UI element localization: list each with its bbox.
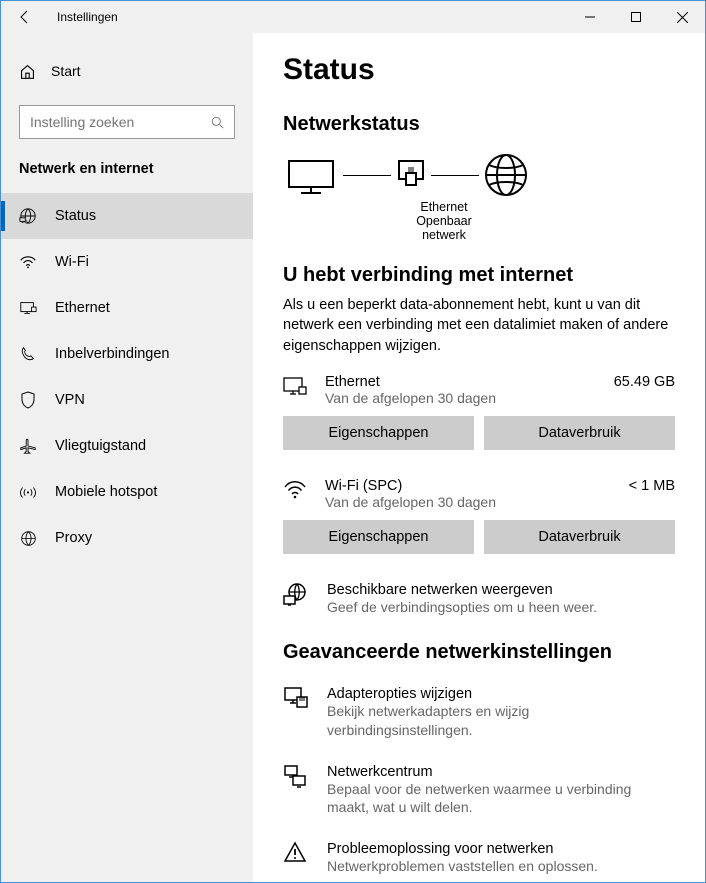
show-networks-label: Beschikbare netwerken weergeven [327, 582, 597, 598]
network-diagram [283, 152, 675, 198]
wifi-icon [19, 254, 37, 270]
ethernet-properties-button[interactable]: Eigenschappen [283, 416, 474, 450]
nav-label: VPN [55, 392, 85, 408]
sidebar-section-title: Netwerk en internet [1, 139, 253, 185]
advanced-heading: Geavanceerde netwerkinstellingen [283, 641, 675, 664]
network-center[interactable]: Netwerkcentrum Bepaal voor de netwerken … [283, 764, 675, 818]
window-title: Instellingen [57, 10, 567, 24]
wifi-datausage-button[interactable]: Dataverbruik [484, 520, 675, 554]
main-content: Status Netwerkstatus Etherne [253, 33, 705, 882]
nav-hotspot[interactable]: Mobiele hotspot [1, 469, 253, 515]
nav-label: Proxy [55, 530, 92, 546]
nav-label: Inbelverbindingen [55, 346, 169, 362]
nav-label: Wi-Fi [55, 254, 89, 270]
ethernet-datausage-button[interactable]: Dataverbruik [484, 416, 675, 450]
network-status-heading: Netwerkstatus [283, 113, 675, 136]
computer-icon [283, 155, 339, 195]
wifi-properties-button[interactable]: Eigenschappen [283, 520, 474, 554]
nav-vpn[interactable]: VPN [1, 377, 253, 423]
search-icon [211, 115, 224, 130]
show-networks-option[interactable]: Beschikbare netwerken weergeven Geef de … [283, 582, 675, 617]
connection-wifi: Wi-Fi (SPC) Van de afgelopen 30 dagen < … [283, 478, 675, 510]
diagram-mid-label2: Openbaar netwerk [401, 214, 487, 242]
home-label: Start [51, 63, 81, 79]
close-button[interactable] [659, 1, 705, 33]
sidebar: Start Netwerk en internet Status Wi-Fi E… [1, 33, 253, 882]
status-icon [19, 207, 37, 225]
connected-heading: U hebt verbinding met internet [283, 264, 675, 287]
dialup-icon [19, 345, 37, 363]
wifi-icon [283, 478, 309, 503]
troubleshoot[interactable]: Probleemoplossing voor netwerken Netwerk… [283, 841, 675, 876]
connection-usage: 65.49 GB [606, 374, 675, 390]
diagram-mid-label1: Ethernet [401, 200, 487, 214]
adapter-options[interactable]: Adapteropties wijzigen Bekijk netwerkada… [283, 686, 675, 740]
nav-label: Status [55, 208, 96, 224]
nav-airplane[interactable]: Vliegtuigstand [1, 423, 253, 469]
option-sub: Bepaal voor de netwerken waarmee u verbi… [327, 780, 675, 818]
home-button[interactable]: Start [1, 51, 253, 91]
option-sub: Bekijk netwerkadapters en wijzig verbind… [327, 702, 675, 740]
connection-sub: Van de afgelopen 30 dagen [325, 494, 605, 510]
ethernet-icon [19, 300, 37, 316]
diagram-labels: Ethernet Openbaar netwerk [401, 200, 487, 242]
option-label: Adapteropties wijzigen [327, 686, 675, 702]
proxy-icon [19, 530, 37, 547]
globe-icon [483, 152, 529, 198]
connection-name: Ethernet [325, 374, 590, 390]
home-icon [19, 63, 36, 80]
connection-sub: Van de afgelopen 30 dagen [325, 390, 590, 406]
maximize-button[interactable] [613, 1, 659, 33]
option-sub: Netwerkproblemen vaststellen en oplossen… [327, 857, 598, 876]
nav-status[interactable]: Status [1, 193, 253, 239]
airplane-icon [19, 437, 37, 455]
titlebar: Instellingen [1, 1, 705, 33]
network-center-icon [283, 764, 309, 793]
adapter-icon [283, 686, 309, 713]
vpn-icon [19, 391, 37, 409]
nav-dialup[interactable]: Inbelverbindingen [1, 331, 253, 377]
search-box[interactable] [19, 105, 235, 139]
show-networks-sub: Geef de verbindingsopties om u heen weer… [327, 598, 597, 617]
ethernet-port-icon [395, 157, 427, 193]
nav-label: Vliegtuigstand [55, 438, 146, 454]
connection-name: Wi-Fi (SPC) [325, 478, 605, 494]
page-title: Status [283, 53, 675, 87]
nav-proxy[interactable]: Proxy [1, 515, 253, 561]
hotspot-icon [19, 484, 37, 500]
troubleshoot-icon [283, 841, 309, 866]
connection-usage: < 1 MB [621, 478, 675, 494]
nav-wifi[interactable]: Wi-Fi [1, 239, 253, 285]
connection-ethernet: Ethernet Van de afgelopen 30 dagen 65.49… [283, 374, 675, 406]
option-label: Netwerkcentrum [327, 764, 675, 780]
minimize-button[interactable] [567, 1, 613, 33]
nav-ethernet[interactable]: Ethernet [1, 285, 253, 331]
connected-description: Als u een beperkt data-abonnement hebt, … [283, 295, 675, 356]
back-button[interactable] [1, 1, 49, 33]
search-input[interactable] [30, 114, 211, 130]
show-networks-icon [283, 582, 309, 609]
ethernet-icon [283, 374, 309, 401]
option-label: Probleemoplossing voor netwerken [327, 841, 598, 857]
nav-label: Mobiele hotspot [55, 484, 157, 500]
nav-label: Ethernet [55, 300, 110, 316]
